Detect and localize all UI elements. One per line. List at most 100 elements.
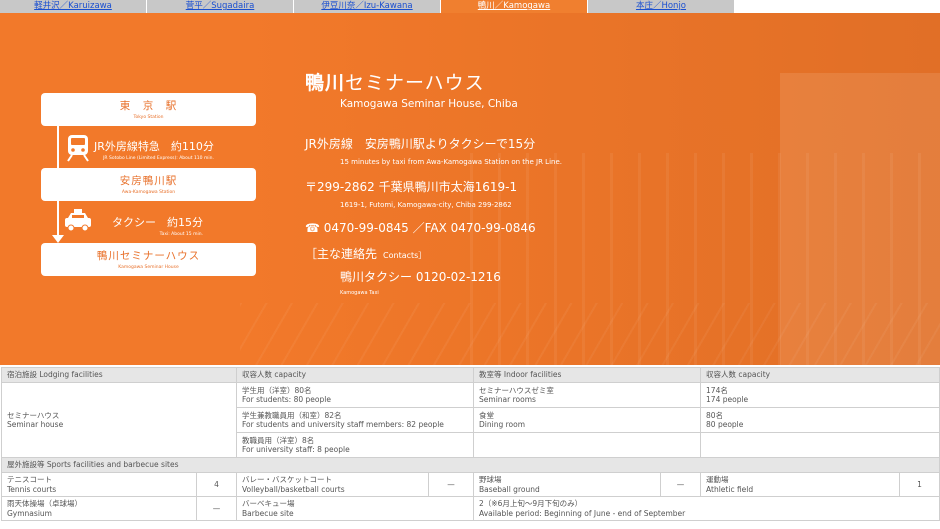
- taxi-contact: 鴨川タクシー 0120-02-1216: [340, 270, 501, 284]
- train-segment-label-en: JR Sotobo Line (Limited Express): About …: [103, 156, 214, 161]
- outdoor-header: 屋外施設等 Sports facilities and barbecue sit…: [0, 457, 940, 473]
- volleyball-courts-jp: バレー・バスケットコート: [242, 475, 332, 485]
- athletic-field-jp: 運動場: [706, 475, 729, 485]
- indoor-capacity-cell: 80名 80 people: [700, 407, 940, 433]
- hero-building-roof: [240, 303, 940, 365]
- station-tokyo-name-en: Tokyo Station: [133, 115, 164, 120]
- taxi-segment-label: タクシー 約15分: [112, 216, 203, 229]
- lodging-capacity-en: For students: 80 people: [242, 395, 331, 404]
- tennis-courts-jp: テニスコート: [7, 475, 52, 485]
- tab-izu-kawana[interactable]: 伊豆川奈／Izu-Kawana: [294, 0, 441, 13]
- station-seminar-house: 鴨川セミナーハウス Kamogawa Seminar House: [41, 243, 256, 276]
- lodging-capacity-header: 収容人数 capacity: [235, 367, 475, 383]
- gymnasium-jp: 雨天体操場（卓球場）: [7, 499, 82, 509]
- indoor-capacity-en: 174 people: [706, 395, 749, 404]
- train-segment: JR外房線特急 約110分 JR Sotobo Line (Limited Ex…: [94, 138, 214, 161]
- tab-kamogawa[interactable]: 鴨川／Kamogawa: [441, 0, 588, 13]
- lodging-capacity-en: For students and university staff member…: [242, 420, 444, 429]
- lodging-capacity-cell: 教職員用（洋室）8名 For university staff: 8 peopl…: [235, 432, 475, 458]
- barbecue-note-en: Available period: Beginning of June - en…: [479, 508, 686, 518]
- tab-karuizawa[interactable]: 軽井沢／Karuizawa: [0, 0, 147, 13]
- tennis-courts-en: Tennis courts: [7, 484, 57, 494]
- route-line-taxi: [57, 201, 59, 237]
- page-title-strong: 鴨川: [305, 72, 346, 94]
- tab-bar-spacer: [735, 0, 940, 13]
- tab-sugadaira[interactable]: 菅平／Sugadaira: [147, 0, 294, 13]
- outdoor-facility-cell: 野球場 Baseball ground: [473, 472, 662, 497]
- table-row: テニスコート Tennis courts 4 バレー・バスケットコート Voll…: [1, 472, 940, 497]
- lodging-capacity-jp: 教職員用（洋室）8名: [242, 435, 315, 445]
- page-subtitle: Kamogawa Seminar House, Chiba: [340, 98, 518, 110]
- indoor-capacity-header: 収容人数 capacity: [700, 367, 940, 383]
- indoor-capacity-en: 80 people: [706, 420, 744, 429]
- volleyball-courts-count: —: [427, 472, 475, 497]
- indoor-room-cell: セミナーハウスゼミ室 Seminar rooms: [473, 382, 702, 408]
- route-arrow-down-icon: [52, 235, 64, 243]
- lodging-capacity-jp: 学生兼教職員用（和室）82名: [242, 410, 342, 420]
- outdoor-facility-cell: 運動場 Athletic field: [700, 472, 901, 497]
- lodging-header: 宿泊施設 Lodging facilities: [1, 367, 237, 383]
- station-seminar-house-name-en: Kamogawa Seminar House: [118, 265, 179, 270]
- taxi-segment-label-en: Taxi: About 15 min.: [159, 232, 203, 237]
- route-line-train: [57, 126, 59, 168]
- table-row: 雨天体操場（卓球場） Gymnasium — バーベキュー場 Barbecue …: [1, 496, 940, 521]
- indoor-capacity-jp: 80名: [706, 410, 724, 420]
- tennis-courts-count: 4: [196, 472, 237, 497]
- lodging-facility-cell: セミナーハウス Seminar house: [1, 382, 237, 458]
- indoor-room-jp: セミナーハウスゼミ室: [479, 385, 554, 395]
- indoor-capacity-jp: 174名: [706, 385, 728, 395]
- outdoor-facility-cell: テニスコート Tennis courts: [1, 472, 197, 497]
- baseball-ground-jp: 野球場: [479, 475, 502, 485]
- taxi-segment: タクシー 約15分 Taxi: About 15 min.: [112, 214, 203, 237]
- indoor-capacity-cell: 174名 174 people: [700, 382, 940, 408]
- taxi-icon: [65, 209, 91, 232]
- indoor-room-en: Seminar rooms: [479, 395, 536, 404]
- outdoor-facility-cell: バーベキュー場 Barbecue site: [235, 496, 475, 521]
- barbecue-site-en: Barbecue site: [242, 508, 294, 518]
- gymnasium-en: Gymnasium: [7, 508, 52, 518]
- table-row: セミナーハウス Seminar house 学生用（洋室）80名 For stu…: [1, 382, 940, 458]
- address-text: 〒299-2862 千葉県鴨川市太海1619-1: [305, 180, 518, 194]
- athletic-field-en: Athletic field: [706, 484, 754, 494]
- baseball-ground-count: —: [660, 472, 702, 497]
- station-tokyo-name: 東 京 駅: [119, 100, 178, 112]
- indoor-room-en: Dining room: [479, 420, 526, 429]
- gymnasium-count: —: [196, 496, 237, 521]
- lodging-capacity-jp: 学生用（洋室）80名: [242, 385, 312, 395]
- indoor-room-cell: 食堂 Dining room: [473, 407, 702, 433]
- lodging-capacity-cell: 学生用（洋室）80名 For students: 80 people: [235, 382, 475, 408]
- station-tokyo: 東 京 駅 Tokyo Station: [41, 93, 256, 126]
- outdoor-facility-cell: 雨天体操場（卓球場） Gymnasium: [1, 496, 197, 521]
- indoor-room-cell: [473, 432, 702, 458]
- barbecue-note-cell: 2（※6月上旬～9月下旬のみ） Available period: Beginn…: [473, 496, 940, 521]
- indoor-room-jp: 食堂: [479, 410, 495, 420]
- location-tabs: 軽井沢／Karuizawa 菅平／Sugadaira 伊豆川奈／Izu-Kawa…: [0, 0, 940, 13]
- outdoor-header-row: 屋外施設等 Sports facilities and barbecue sit…: [0, 457, 940, 473]
- baseball-ground-en: Baseball ground: [479, 484, 540, 494]
- address-text-en: 1619-1, Futomi, Kamogawa-city, Chiba 299…: [340, 201, 512, 209]
- volleyball-courts-en: Volleyball/basketball courts: [242, 484, 345, 494]
- tab-honjo[interactable]: 本庄／Honjo: [588, 0, 735, 13]
- station-awa-kamogawa-name-en: Awa-Kamogawa Station: [121, 190, 176, 195]
- indoor-header: 教室等 Indoor facilities: [473, 367, 702, 383]
- access-text-en: 15 minutes by taxi from Awa-Kamogawa Sta…: [340, 158, 562, 166]
- page-title: 鴨川セミナーハウス: [305, 68, 485, 95]
- train-icon: [67, 135, 89, 162]
- lodging-capacity-cell: 学生兼教職員用（和室）82名 For students and universi…: [235, 407, 475, 433]
- athletic-field-count: 1: [899, 472, 940, 497]
- taxi-contact-en: Kamogawa Taxi: [340, 290, 379, 296]
- lodging-facility-name-en: Seminar house: [7, 420, 64, 429]
- contacts-label: ［主な連絡先 Contacts］: [305, 245, 426, 262]
- train-segment-label: JR外房線特急 約110分: [94, 140, 214, 153]
- lodging-header-row: 宿泊施設 Lodging facilities 収容人数 capacity 教室…: [1, 367, 940, 383]
- barbecue-note-jp: 2（※6月上旬～9月下旬のみ）: [479, 499, 583, 509]
- indoor-capacity-cell: [700, 432, 940, 458]
- lodging-facility-name: セミナーハウス: [7, 410, 60, 420]
- facilities-table: 宿泊施設 Lodging facilities 収容人数 capacity 教室…: [0, 367, 940, 521]
- lodging-capacity-en: For university staff: 8 people: [242, 445, 350, 454]
- contacts-label-en: Contacts］: [383, 251, 427, 260]
- access-text: JR外房線 安房鴨川駅よりタクシーで15分: [305, 137, 536, 151]
- page-title-rest: セミナーハウス: [345, 72, 485, 94]
- outdoor-facility-cell: バレー・バスケットコート Volleyball/basketball court…: [236, 472, 429, 497]
- station-seminar-house-name: 鴨川セミナーハウス: [96, 250, 201, 262]
